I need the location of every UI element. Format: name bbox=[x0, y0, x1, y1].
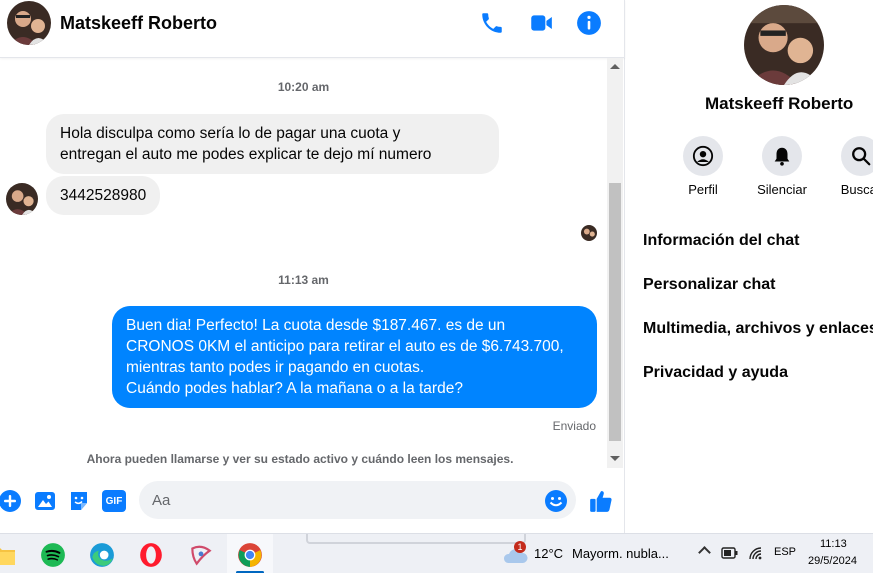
timestamp: 11:13 am bbox=[278, 273, 329, 287]
message-list: 10:20 am Hola disculpa como sería lo de … bbox=[0, 58, 607, 468]
battery-icon[interactable] bbox=[721, 546, 739, 560]
scroll-thumb[interactable] bbox=[609, 183, 621, 441]
sender-avatar[interactable] bbox=[6, 183, 38, 215]
profile-icon bbox=[692, 145, 714, 167]
search-icon bbox=[852, 147, 871, 166]
clock-time[interactable]: 11:13 bbox=[820, 538, 847, 550]
message-text: entregan el auto me podes explicar te de… bbox=[60, 146, 432, 163]
incoming-message[interactable]: 3442528980 bbox=[46, 176, 161, 215]
bell-icon bbox=[774, 147, 790, 166]
weather-badge: 1 bbox=[514, 541, 526, 553]
opera-icon[interactable] bbox=[136, 540, 166, 570]
message-text: Cuándo podes hablar? A la mañana o a la … bbox=[126, 380, 463, 397]
mute-action-label: Silenciar bbox=[757, 182, 807, 197]
message-scrollbar[interactable] bbox=[607, 58, 623, 468]
seen-avatar bbox=[581, 225, 597, 241]
chevron-up-icon[interactable] bbox=[698, 546, 711, 559]
chrome-icon[interactable] bbox=[235, 540, 265, 570]
thumbs-up-icon[interactable] bbox=[588, 488, 614, 514]
weather-description[interactable]: Mayorm. nubla... bbox=[572, 546, 669, 561]
app-icon[interactable] bbox=[186, 540, 216, 570]
plus-icon[interactable] bbox=[0, 489, 22, 513]
outgoing-message[interactable]: Buen dia! Perfecto! La cuota desde $187.… bbox=[112, 306, 597, 408]
taskbar: 1 12°C Mayorm. nubla... ESP 11:13 29/5/2… bbox=[0, 533, 873, 573]
sent-status: Enviado bbox=[552, 419, 596, 433]
image-icon[interactable] bbox=[33, 489, 57, 513]
chat-notice: Ahora pueden llamarse y ver su estado ac… bbox=[86, 452, 514, 466]
taskbar-preview-frame bbox=[306, 534, 526, 544]
sticker-icon[interactable] bbox=[67, 489, 91, 513]
menu-privacy-help[interactable]: Privacidad y ayuda bbox=[643, 364, 788, 382]
message-text: 3442528980 bbox=[60, 187, 147, 204]
contact-name[interactable]: Matskeeff Roberto bbox=[60, 13, 217, 34]
panel-avatar[interactable] bbox=[744, 5, 824, 85]
file-explorer-icon[interactable] bbox=[0, 540, 18, 570]
contact-avatar[interactable] bbox=[7, 1, 51, 45]
chat-header: Matskeeff Roberto bbox=[0, 0, 625, 58]
menu-chat-info[interactable]: Información del chat bbox=[643, 232, 799, 250]
wifi-icon[interactable] bbox=[747, 545, 763, 561]
timestamp: 10:20 am bbox=[277, 80, 330, 94]
incoming-message[interactable]: Hola disculpa como sería lo de pagar una… bbox=[46, 114, 499, 174]
search-action-label: Buscar bbox=[840, 182, 873, 197]
phone-icon[interactable] bbox=[479, 10, 505, 36]
panel-contact-name: Matskeeff Roberto bbox=[705, 94, 854, 113]
message-text: Buen dia! Perfecto! La cuota desde $187.… bbox=[126, 317, 506, 334]
profile-action[interactable]: Perfil bbox=[673, 136, 733, 197]
message-input[interactable] bbox=[139, 481, 576, 519]
menu-customize-chat[interactable]: Personalizar chat bbox=[643, 276, 776, 294]
gif-icon[interactable]: GIF bbox=[102, 490, 126, 512]
spotify-icon[interactable] bbox=[38, 540, 68, 570]
scroll-up-arrow[interactable] bbox=[610, 64, 620, 69]
scroll-down-arrow[interactable] bbox=[610, 456, 620, 461]
video-camera-icon[interactable] bbox=[528, 10, 554, 36]
message-text: Hola disculpa como sería lo de pagar una… bbox=[60, 125, 401, 142]
chat-details-panel: Matskeeff Roberto Perfil Silenciar Busc … bbox=[626, 0, 873, 533]
chat-window: Matskeeff Roberto 10:20 am Hola disculpa… bbox=[0, 0, 625, 533]
emoji-icon[interactable] bbox=[544, 489, 568, 513]
language-indicator[interactable]: ESP bbox=[774, 546, 796, 558]
composer: GIF bbox=[0, 477, 625, 525]
message-text: mientras tanto podes ir pagando en cuota… bbox=[126, 359, 425, 376]
clock-date[interactable]: 29/5/2024 bbox=[808, 555, 857, 567]
search-action[interactable]: Buscar bbox=[831, 136, 873, 197]
message-text: CRONOS 0KM el anticipo para retirar el a… bbox=[126, 338, 564, 355]
menu-media-files-links[interactable]: Multimedia, archivos y enlaces bbox=[643, 320, 873, 338]
info-icon[interactable] bbox=[576, 10, 602, 36]
mute-action[interactable]: Silenciar bbox=[752, 136, 812, 197]
weather-temp[interactable]: 12°C bbox=[534, 546, 563, 561]
edge-icon[interactable] bbox=[87, 540, 117, 570]
profile-action-label: Perfil bbox=[688, 182, 718, 197]
